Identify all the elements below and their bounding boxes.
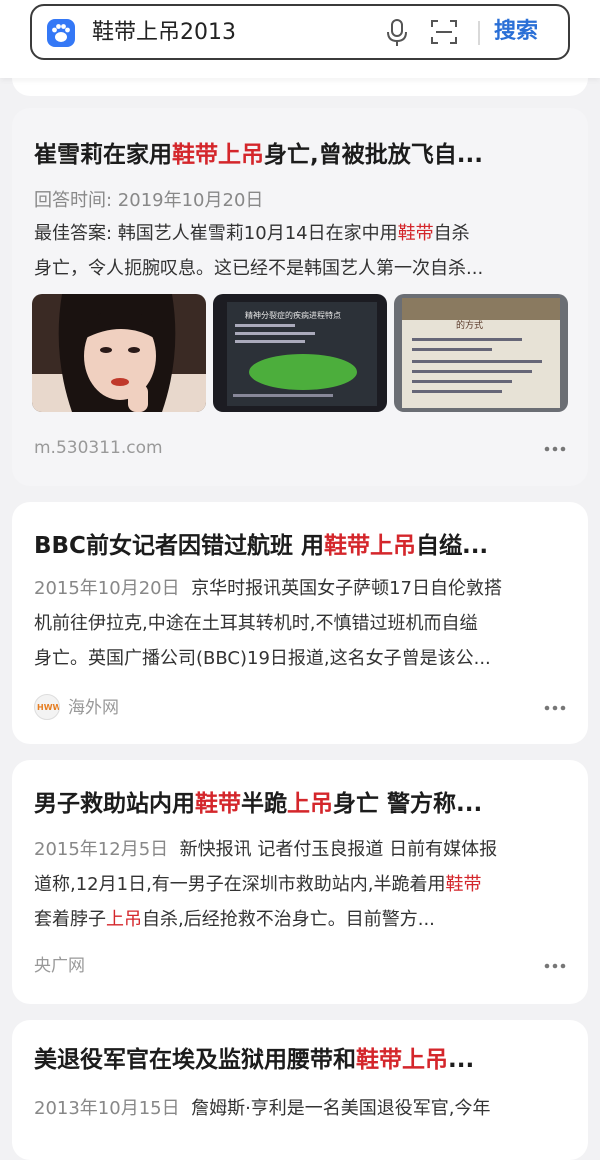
search-button[interactable]: 搜索	[494, 16, 538, 48]
answer-line-2: 身亡，令人扼腕叹息。这已经不是韩国艺人第一次自杀...	[34, 258, 484, 279]
svg-text:精神分裂症的疾病进程特点: 精神分裂症的疾病进程特点	[245, 310, 341, 320]
svg-text:的方式: 的方式	[456, 319, 483, 331]
portrait-photo[interactable]	[32, 294, 206, 412]
result-snippet-line-2: 道称,12月1日,有一男子在深圳市救助站内,半跪着用鞋带	[34, 874, 482, 895]
result-title[interactable]: BBC前女记者因错过航班 用鞋带上吊自缢...	[34, 529, 488, 563]
answer-line-1: 最佳答案: 韩国艺人崔雪莉10月14日在家中用鞋带自杀	[34, 223, 470, 244]
search-header: 鞋带上吊2013 搜索	[0, 0, 600, 78]
source-logo-icon: HWW	[34, 694, 62, 720]
result-title[interactable]: 美退役军官在埃及监狱用腰带和鞋带上吊...	[34, 1043, 474, 1077]
more-options-icon[interactable]	[544, 446, 566, 452]
result-title[interactable]: 男子救助站内用鞋带半跪上吊身亡 警方称...	[34, 787, 482, 821]
more-options-icon[interactable]	[544, 963, 566, 969]
search-input[interactable]: 鞋带上吊2013	[92, 18, 236, 48]
search-divider	[478, 21, 480, 45]
result-snippet-line-1: 2015年12月5日 新快报讯 记者付玉良报道 日前有媒体报	[34, 839, 498, 860]
result-snippet-line-1: 2015年10月20日 京华时报讯英国女子萨顿17日自伦敦搭	[34, 578, 502, 599]
result-snippet-line-3: 套着脖子上吊自杀,后经抢救不治身亡。目前警方...	[34, 909, 435, 930]
scan-icon[interactable]	[430, 18, 458, 46]
result-source[interactable]: 海外网	[68, 696, 119, 720]
more-options-icon[interactable]	[544, 705, 566, 711]
svg-text:HWW: HWW	[37, 703, 59, 712]
microphone-icon[interactable]	[385, 18, 409, 48]
result-card-1[interactable]: 崔雪莉在家用鞋带上吊身亡,曾被批放飞自... 回答时间: 2019年10月20日…	[12, 108, 588, 486]
result-card-3[interactable]: 男子救助站内用鞋带半跪上吊身亡 警方称... 2015年12月5日 新快报讯 记…	[12, 760, 588, 1004]
presentation-slide-treatment[interactable]: 的方式	[394, 294, 568, 412]
presentation-slide-green[interactable]: 精神分裂症的疾病进程特点	[213, 294, 387, 412]
image-strip: 精神分裂症的疾病进程特点 的方式	[32, 294, 568, 412]
result-snippet-line-3: 身亡。英国广播公司(BBC)19日报道,这名女子曾是该公...	[34, 648, 491, 669]
answer-time: 回答时间: 2019年10月20日	[34, 190, 264, 211]
result-source[interactable]: m.530311.com	[34, 436, 163, 460]
previous-card-bottom	[12, 78, 588, 96]
result-snippet-line-2: 机前往伊拉克,中途在土耳其转机时,不慎错过班机而自缢	[34, 613, 478, 634]
result-snippet-line-1: 2013年10月15日 詹姆斯·亨利是一名美国退役军官,今年	[34, 1098, 491, 1119]
search-box[interactable]: 鞋带上吊2013 搜索	[30, 4, 570, 60]
paw-logo-icon	[47, 19, 75, 47]
result-card-2[interactable]: BBC前女记者因错过航班 用鞋带上吊自缢... 2015年10月20日 京华时报…	[12, 502, 588, 744]
result-title[interactable]: 崔雪莉在家用鞋带上吊身亡,曾被批放飞自...	[34, 138, 483, 172]
result-source[interactable]: 央广网	[34, 954, 85, 978]
result-card-4[interactable]: 美退役军官在埃及监狱用腰带和鞋带上吊... 2013年10月15日 詹姆斯·亨利…	[12, 1020, 588, 1160]
